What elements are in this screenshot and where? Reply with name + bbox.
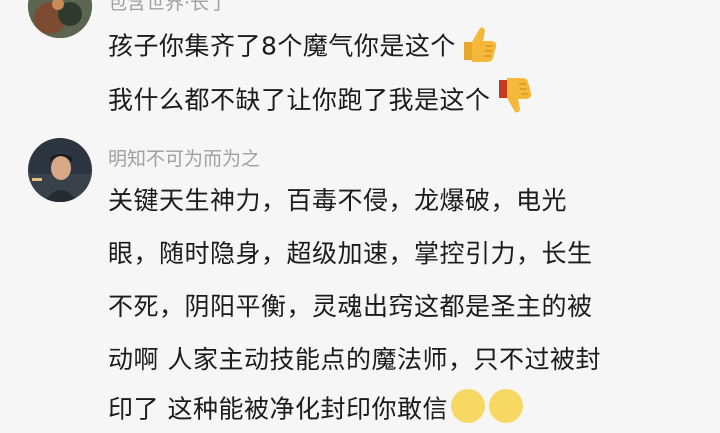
comment-text-line: 关键天生神力，百毒不侵，龙爆破，电光 bbox=[108, 186, 568, 215]
comment-text-line: 我什么都不缺了让你跑了我是这个 bbox=[108, 78, 533, 125]
username[interactable]: 包含世界·长了 bbox=[108, 0, 228, 15]
avatar[interactable] bbox=[28, 138, 92, 202]
grimace-face-icon bbox=[450, 388, 486, 433]
comment-item: 包含世界·长了 孩子你集齐了8个魔气你是这个 我什么都不缺了让你跑了我是这个 bbox=[0, 0, 720, 130]
grimace-face-icon bbox=[488, 388, 524, 433]
comment-text-line: 印了 这种能被净化封印你敢信 bbox=[108, 388, 524, 433]
comment-text-line: 不死，阴阳平衡，灵魂出窍这都是圣主的被 bbox=[108, 292, 593, 321]
avatar[interactable] bbox=[28, 0, 92, 38]
username[interactable]: 明知不可为而为之 bbox=[108, 144, 260, 171]
comment-item: 明知不可为而为之 关键天生神力，百毒不侵，龙爆破，电光 眼，随时隐身，超级加速，… bbox=[0, 130, 720, 424]
thumbs-up-icon bbox=[458, 24, 498, 71]
thumbs-down-icon bbox=[493, 78, 533, 125]
comment-text-line: 孩子你集齐了8个魔气你是这个 bbox=[108, 24, 498, 71]
comment-text-line: 动啊 人家主动技能点的魔法师，只不过被封 bbox=[108, 345, 601, 374]
comment-text-line: 眼，随时隐身，超级加速，掌控引力，长生 bbox=[108, 239, 593, 268]
